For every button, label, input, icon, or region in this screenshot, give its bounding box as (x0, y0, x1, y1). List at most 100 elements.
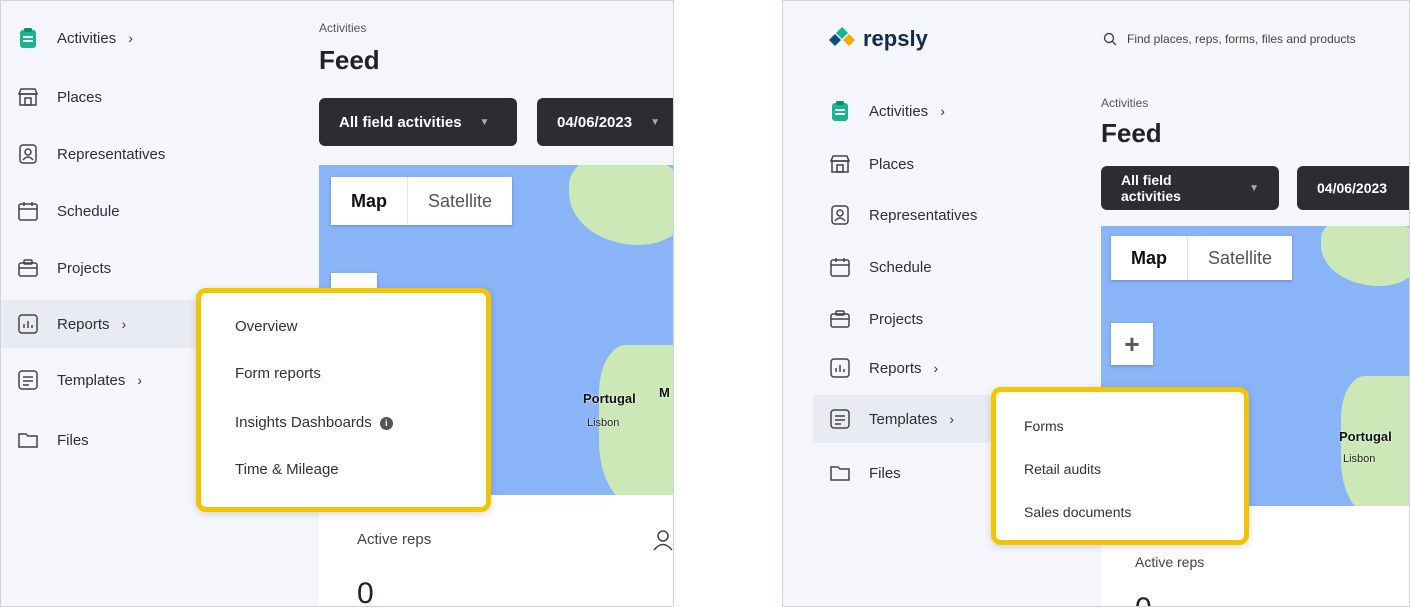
sidebar-item-representatives[interactable]: Representatives (829, 191, 977, 239)
caret-down-icon: ▼ (1249, 182, 1259, 194)
date-filter-dropdown[interactable]: 04/06/2023 ▼ (537, 98, 673, 146)
map-country-label: M (659, 385, 670, 400)
sidebar-item-label: Schedule (57, 202, 120, 220)
breadcrumb[interactable]: Activities (319, 21, 366, 35)
repsly-logo-icon (829, 27, 855, 46)
page-title: Feed (319, 45, 380, 75)
badge-icon (17, 143, 39, 165)
menu-item-form-reports[interactable]: Form reports (235, 365, 321, 382)
chevron-right-icon: › (949, 411, 955, 427)
left-screenshot-panel: Activities › Places Representatives Sche… (0, 0, 674, 607)
document-icon (17, 369, 39, 391)
sidebar-item-reports[interactable]: Reports › (1, 300, 211, 348)
menu-item-sales-documents[interactable]: Sales documents (1024, 504, 1131, 520)
page-title: Feed (1101, 118, 1162, 148)
comparison-canvas: Activities › Places Representatives Sche… (0, 0, 1410, 607)
map-tab-map[interactable]: Map (1111, 236, 1187, 280)
reports-submenu: Overview Form reports Insights Dashboard… (196, 288, 491, 512)
zoom-in-button[interactable]: + (1111, 323, 1153, 365)
map-type-tabs: Map Satellite (331, 177, 513, 225)
folder-icon (829, 462, 851, 484)
caret-down-icon: ▼ (650, 116, 660, 128)
activity-filter-dropdown[interactable]: All field activities ▼ (1101, 166, 1279, 210)
repsly-logo[interactable]: repsly (827, 25, 928, 53)
sidebar-item-activities[interactable]: Activities › (829, 87, 945, 135)
sidebar-item-files[interactable]: Files (829, 449, 901, 497)
menu-item-overview[interactable]: Overview (235, 318, 298, 335)
sidebar-item-templates[interactable]: Templates › (813, 395, 991, 443)
calendar-icon (829, 256, 851, 278)
menu-item-retail-audits[interactable]: Retail audits (1024, 461, 1101, 477)
chart-icon (17, 313, 39, 335)
sidebar-item-label: Representatives (869, 206, 978, 224)
caret-down-icon: ▼ (479, 116, 490, 128)
sidebar-item-label: Places (57, 88, 103, 106)
breadcrumb[interactable]: Activities (1101, 96, 1148, 110)
global-search[interactable]: Find places, reps, forms, files and prod… (1103, 32, 1356, 46)
store-icon (17, 86, 39, 108)
date-label: 04/06/2023 (557, 113, 633, 131)
menu-item-label: Insights Dashboards (235, 414, 372, 431)
sidebar-item-templates[interactable]: Templates › (17, 356, 142, 404)
right-screenshot-panel: repsly Find places, reps, forms, files a… (782, 0, 1410, 607)
menu-item-time-mileage[interactable]: Time & Mileage (235, 461, 339, 478)
chevron-right-icon: › (121, 316, 127, 332)
sidebar-item-label: Files (869, 464, 901, 482)
sidebar-item-places[interactable]: Places (829, 140, 914, 188)
card-value: 0 (1135, 592, 1152, 606)
map-country-label: Portugal (1339, 429, 1392, 444)
logo-text: repsly (863, 26, 928, 51)
search-placeholder: Find places, reps, forms, files and prod… (1127, 32, 1356, 46)
sidebar-item-label: Templates (869, 410, 938, 428)
sidebar-item-places[interactable]: Places (17, 73, 102, 121)
templates-submenu: Forms Retail audits Sales documents (991, 387, 1249, 545)
sidebar-item-label: Projects (869, 310, 924, 328)
sidebar-item-label: Places (869, 155, 915, 173)
search-icon (1103, 32, 1117, 46)
activity-filter-dropdown[interactable]: All field activities ▼ (319, 98, 517, 146)
card-title: Active reps (357, 531, 432, 548)
badge-icon (829, 204, 851, 226)
sidebar-item-schedule[interactable]: Schedule (829, 243, 932, 291)
sidebar-item-label: Activities (57, 29, 117, 47)
sidebar-item-projects[interactable]: Projects (829, 295, 923, 343)
sidebar-item-label: Templates (57, 371, 126, 389)
date-label: 04/06/2023 (1317, 180, 1388, 196)
filter-label: All field activities (1121, 172, 1181, 204)
map-type-tabs: Map Satellite (1111, 236, 1293, 280)
sidebar-item-representatives[interactable]: Representatives (17, 130, 165, 178)
sidebar-item-activities[interactable]: Activities › (17, 14, 133, 62)
menu-item-forms[interactable]: Forms (1024, 418, 1064, 434)
sidebar-item-label: Schedule (869, 258, 932, 276)
sidebar-item-label: Files (57, 431, 89, 449)
sidebar-item-label: Activities (869, 102, 929, 120)
chart-icon (829, 357, 851, 379)
map-land (569, 165, 673, 245)
chevron-right-icon: › (933, 360, 939, 376)
user-icon (653, 529, 673, 556)
sidebar-item-projects[interactable]: Projects (17, 244, 111, 292)
sidebar-item-label: Reports (869, 359, 922, 377)
map-tab-satellite[interactable]: Satellite (407, 177, 512, 225)
date-filter-dropdown[interactable]: 04/06/2023 (1297, 166, 1409, 210)
document-icon (829, 408, 851, 430)
sidebar-item-label: Projects (57, 259, 112, 277)
map-tab-satellite[interactable]: Satellite (1187, 236, 1292, 280)
chevron-right-icon: › (128, 30, 133, 46)
store-icon (829, 153, 851, 175)
map-city-label: Lisbon (587, 417, 620, 429)
map-country-label: Portugal (583, 391, 636, 406)
chevron-right-icon: › (940, 103, 945, 119)
sidebar-item-reports[interactable]: Reports › (829, 344, 938, 392)
clipboard-icon (17, 27, 39, 49)
map-tab-map[interactable]: Map (331, 177, 407, 225)
menu-item-insights-dashboards[interactable]: Insights Dashboards i (235, 414, 393, 431)
filter-label: All field activities (339, 113, 462, 131)
info-icon: i (379, 416, 393, 430)
map-land (1321, 226, 1409, 286)
sidebar-item-files[interactable]: Files (17, 416, 89, 464)
sidebar-item-label: Reports (57, 315, 110, 333)
calendar-icon (17, 200, 39, 222)
sidebar-item-schedule[interactable]: Schedule (17, 187, 120, 235)
clipboard-icon (829, 100, 851, 122)
